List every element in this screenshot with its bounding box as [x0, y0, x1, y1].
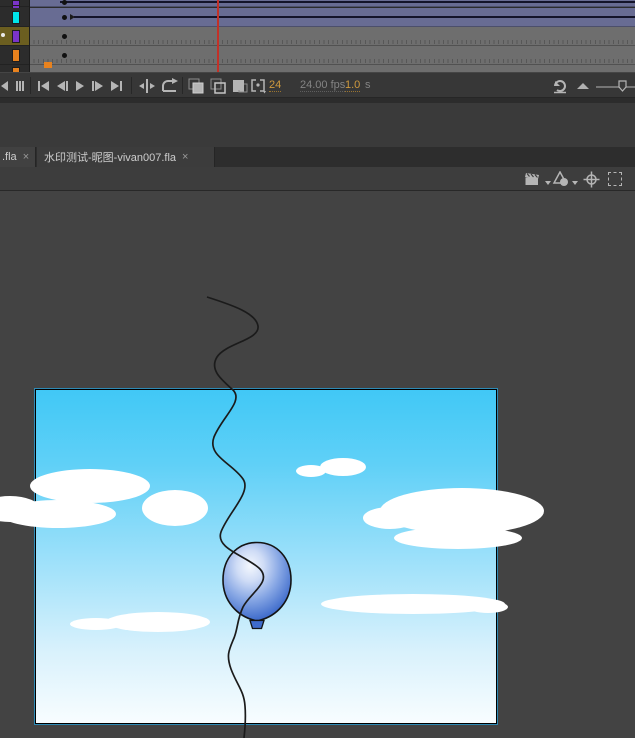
dropdown-arrow-icon: [545, 181, 551, 185]
center-frame-button[interactable]: [138, 76, 156, 95]
edit-bar: [0, 167, 635, 191]
layer-cell[interactable]: [0, 46, 30, 65]
document-tab[interactable]: .fla ×: [0, 147, 36, 167]
collapse-panel-button[interactable]: [577, 76, 589, 95]
timeline-layer-row[interactable]: [0, 65, 635, 72]
selected-frame-marker: [44, 62, 52, 68]
modify-markers-button[interactable]: [250, 76, 269, 95]
frames-strip[interactable]: [30, 27, 635, 46]
keyframe-dot: [62, 34, 67, 39]
tab-label: 水印测试-昵图-vivan007.fla: [44, 149, 176, 165]
frame-ticks: [30, 40, 635, 44]
timeline-panel: [0, 0, 635, 72]
loop-playback-button[interactable]: [160, 76, 179, 95]
layer-color-swatch: [12, 30, 20, 43]
keyframe-dot: [62, 15, 67, 20]
tab-label: .fla: [2, 151, 17, 163]
application-window: 24 24.00 fps 1.0 s: [0, 0, 635, 738]
layer-cell-selected[interactable]: [0, 27, 30, 46]
edit-multiple-frames-button[interactable]: [231, 76, 248, 95]
frame-rate-hot-text[interactable]: 24.00 fps: [300, 79, 345, 92]
frames-strip[interactable]: [30, 65, 635, 72]
layer-visibility-dot[interactable]: [1, 33, 5, 37]
tween-arrow: [70, 14, 75, 20]
divider: [30, 77, 31, 94]
frames-strip-tween[interactable]: [30, 8, 635, 27]
frames-strip[interactable]: [30, 46, 635, 65]
elapsed-time-hot-text[interactable]: 1.0: [345, 79, 360, 92]
keyframe-dot: [62, 53, 67, 58]
timeline-layer-row[interactable]: [0, 8, 635, 27]
layer-cell[interactable]: [0, 65, 30, 72]
layer-color-swatch: [12, 11, 20, 24]
playhead[interactable]: [217, 0, 219, 72]
step-forward-button[interactable]: [92, 76, 103, 95]
timeline-layer-row[interactable]: [0, 0, 635, 7]
dropdown-arrow-icon: [572, 181, 578, 185]
timeline-control-bar: 24 24.00 fps 1.0 s: [0, 72, 635, 98]
edit-scene-button[interactable]: [524, 170, 551, 188]
step-back-button[interactable]: [57, 76, 68, 95]
layer-cell[interactable]: [0, 8, 30, 27]
grip-handle-icon[interactable]: [16, 76, 24, 95]
keyframe-dot: [62, 0, 67, 5]
frames-strip-tween[interactable]: [30, 0, 635, 7]
frame-ticks: [30, 59, 635, 63]
current-frame-hot-text[interactable]: 24: [269, 79, 281, 92]
tools-toolbar: T: [0, 103, 635, 147]
collapse-left-button[interactable]: [1, 76, 8, 95]
elapsed-time-unit: s: [365, 79, 371, 91]
tab-close-icon[interactable]: ×: [182, 152, 188, 163]
document-tab-active[interactable]: 水印测试-昵图-vivan007.fla ×: [37, 147, 215, 167]
timeline-panel-divider[interactable]: [29, 0, 30, 72]
play-button[interactable]: [76, 76, 84, 95]
onion-skin-button[interactable]: [188, 76, 205, 95]
divider: [182, 77, 183, 94]
onion-skin-outlines-button[interactable]: [210, 76, 227, 95]
edit-symbols-button[interactable]: [552, 170, 578, 188]
tween-line: [60, 1, 635, 3]
reset-timeline-zoom-button[interactable]: [551, 76, 569, 95]
clip-content-outside-stage-button[interactable]: [608, 170, 622, 188]
divider: [131, 77, 132, 94]
timeline-layer-row-selected[interactable]: [0, 27, 635, 46]
stage[interactable]: [35, 389, 497, 724]
layer-color-swatch: [12, 0, 20, 6]
timeline-zoom-slider[interactable]: [596, 76, 635, 95]
document-tab-bar: .fla × 水印测试-昵图-vivan007.fla ×: [0, 147, 635, 167]
tab-close-icon[interactable]: ×: [23, 152, 29, 163]
go-to-last-frame-button[interactable]: [111, 76, 122, 95]
center-stage-button[interactable]: [583, 170, 600, 188]
dashed-square-icon: [608, 172, 622, 186]
timeline-layer-row[interactable]: [0, 46, 635, 65]
go-to-first-frame-button[interactable]: [38, 76, 49, 95]
layer-color-swatch: [12, 49, 20, 62]
canvas-pasteboard[interactable]: [0, 191, 635, 738]
tween-line: [74, 16, 635, 18]
